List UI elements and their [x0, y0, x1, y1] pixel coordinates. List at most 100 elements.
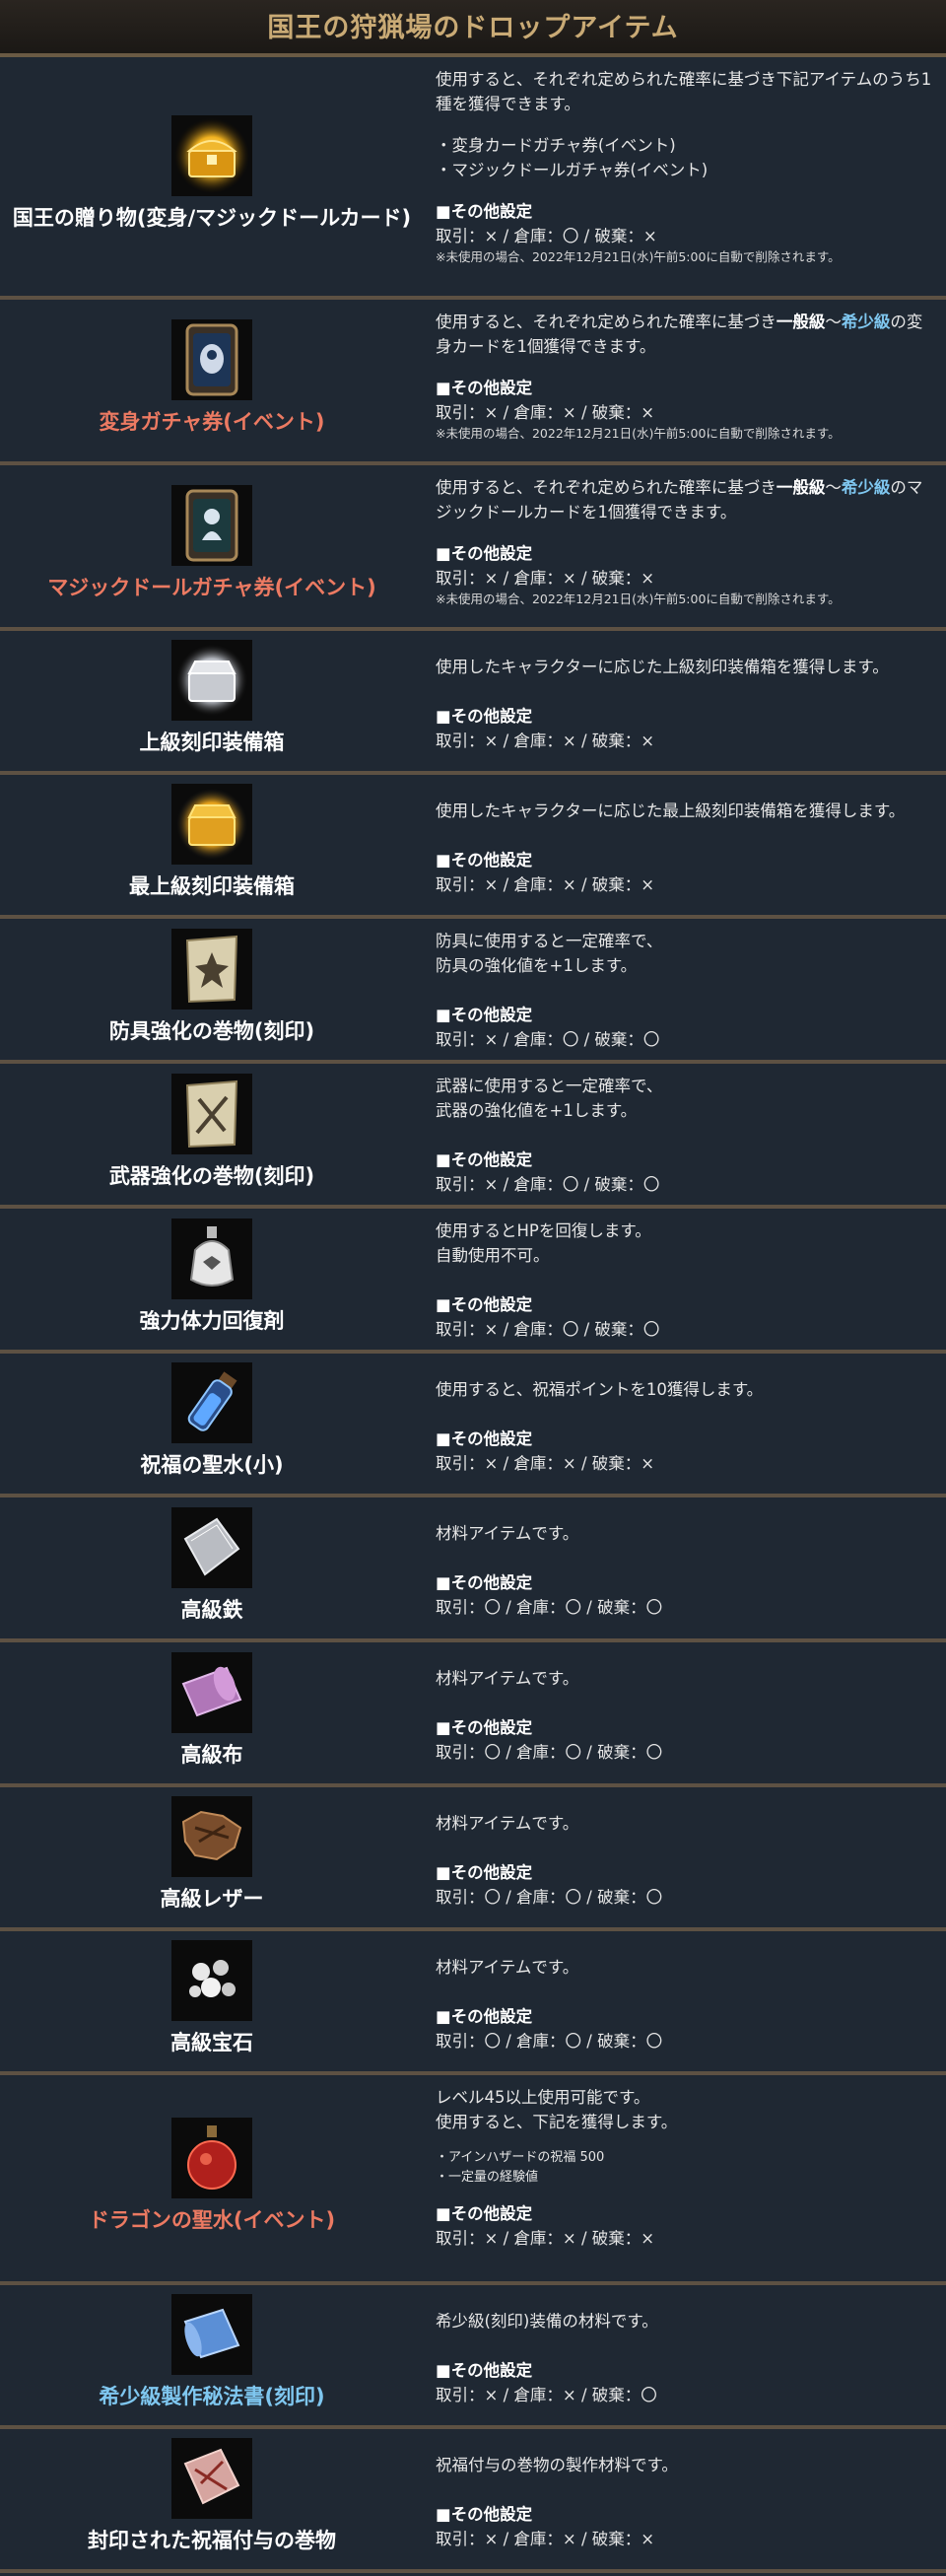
item-name: 強力体力回復剤 — [139, 1308, 285, 1333]
item-name: 高級レザー — [160, 1887, 264, 1911]
blue-scroll-icon — [171, 2294, 252, 2375]
item-left: 上級刻印装備箱 — [0, 631, 424, 771]
grade-rare: 希少級 — [841, 478, 891, 497]
item-row: 強力体力回復剤 使用するとHPを回復します。 自動使用不可。 ■その他設定 取引… — [0, 1209, 946, 1354]
item-left: 武器強化の巻物(刻印) — [0, 1064, 424, 1205]
settings-line: 取引：× / 倉庫：〇 / 破棄：〇 — [436, 1175, 660, 1194]
cloth-roll-icon — [171, 1651, 252, 1733]
settings-line: 取引：× / 倉庫：× / 破棄：× — [436, 1454, 655, 1473]
item-description: 使用すると、それぞれ定められた確率に基づき下記アイテムのうち1種を獲得できます。… — [424, 57, 946, 296]
item-desc: 使用するとHPを回復します。 自動使用不可。 — [436, 1221, 651, 1265]
item-description: 希少級(刻印)装備の材料です。 ■その他設定 取引：× / 倉庫：× / 破棄：… — [424, 2285, 946, 2425]
desc-text: 使用すると、それぞれ定められた確率に基づき — [436, 478, 777, 497]
item-name: マジックドールガチャ券(イベント) — [47, 576, 376, 599]
settings-line: 取引：× / 倉庫：〇 / 破棄：× — [436, 227, 657, 245]
leather-icon — [171, 1796, 252, 1877]
item-row: 最上級刻印装備箱 使用したキャラクターに応じた最上級刻印装備箱を獲得します。 ■… — [0, 775, 946, 919]
settings-line: 取引：× / 倉庫：× / 破棄：× — [436, 2229, 655, 2248]
item-desc: 使用したキャラクターに応じた上級刻印装備箱を獲得します。 — [436, 658, 889, 676]
item-name: 武器強化の巻物(刻印) — [108, 1163, 315, 1188]
page-title: 国王の狩猟場のドロップアイテム — [0, 0, 946, 57]
dragon-potion-icon — [171, 2117, 252, 2198]
item-left: 強力体力回復剤 — [0, 1209, 424, 1350]
item-row: 上級刻印装備箱 使用したキャラクターに応じた上級刻印装備箱を獲得します。 ■その… — [0, 631, 946, 775]
item-row: 防具強化の巻物(刻印) 防具に使用すると一定確率で、 防具の強化値を+1します。… — [0, 919, 946, 1064]
item-desc: レベル45以上使用可能です。 使用すると、下記を獲得します。 — [436, 2088, 678, 2131]
armor-scroll-icon — [171, 928, 252, 1010]
item-row: ドラゴンの聖水(イベント) レベル45以上使用可能です。 使用すると、下記を獲得… — [0, 2075, 946, 2285]
item-row: 国王の贈り物(変身/マジックドールカード) 使用すると、それぞれ定められた確率に… — [0, 57, 946, 300]
item-name: 高級布 — [180, 1742, 243, 1767]
bullet-item: ・マジックドールガチャ券(イベント) — [436, 161, 709, 179]
item-desc: 使用すると、それぞれ定められた確率に基づき一般級～希少級の変身カードを1個獲得で… — [436, 310, 938, 359]
settings-heading: ■その他設定 — [436, 1295, 533, 1314]
item-desc: 武器に使用すると一定確率で、 武器の強化値を+1します。 — [436, 1077, 663, 1120]
item-row: 高級布 材料アイテムです。 ■その他設定 取引：〇 / 倉庫：〇 / 破棄：〇 — [0, 1642, 946, 1787]
item-name: 国王の贈り物(変身/マジックドールカード) — [12, 206, 412, 230]
transform-ticket-icon — [171, 319, 252, 400]
iron-sheet-icon — [171, 1506, 252, 1588]
item-row: 武器強化の巻物(刻印) 武器に使用すると一定確率で、 武器の強化値を+1します。… — [0, 1064, 946, 1209]
item-left: 高級宝石 — [0, 1931, 424, 2071]
item-description: 使用すると、それぞれ定められた確率に基づき一般級～希少級の変身カードを1個獲得で… — [424, 300, 946, 461]
item-description: 使用すると、それぞれ定められた確率に基づき一般級～希少級のマジックドールカードを… — [424, 465, 946, 627]
item-description: 材料アイテムです。 ■その他設定 取引：〇 / 倉庫：〇 / 破棄：〇 — [424, 1787, 946, 1927]
desc-separator: ～ — [825, 313, 842, 331]
silver-chest-icon — [171, 640, 252, 721]
item-row: 高級鉄 材料アイテムです。 ■その他設定 取引：〇 / 倉庫：〇 / 破棄：〇 — [0, 1497, 946, 1642]
item-left: 希少級製作秘法書(刻印) — [0, 2285, 424, 2425]
settings-line: 取引：× / 倉庫：× / 破棄：× — [436, 2530, 655, 2548]
settings-line: 取引：× / 倉庫：× / 破棄：× — [436, 875, 655, 894]
expiry-note: ※未使用の場合、2022年12月21日(水)午前5:00に自動で削除されます。 — [436, 592, 841, 606]
item-description: 材料アイテムです。 ■その他設定 取引：〇 / 倉庫：〇 / 破棄：〇 — [424, 1497, 946, 1638]
item-name: 封印された祝福付与の巻物 — [88, 2529, 336, 2552]
item-description: 材料アイテムです。 ■その他設定 取引：〇 / 倉庫：〇 / 破棄：〇 — [424, 1642, 946, 1783]
item-description: 使用すると、祝福ポイントを10獲得します。 ■その他設定 取引：× / 倉庫：×… — [424, 1354, 946, 1494]
item-left: 防具強化の巻物(刻印) — [0, 919, 424, 1060]
settings-heading: ■その他設定 — [436, 2204, 533, 2223]
item-left: 国王の贈り物(変身/マジックドールカード) — [0, 57, 424, 296]
item-name: 希少級製作秘法書(刻印) — [99, 2385, 325, 2408]
expiry-note: ※未使用の場合、2022年12月21日(水)午前5:00に自動で削除されます。 — [436, 249, 841, 264]
settings-heading: ■その他設定 — [436, 1006, 533, 1024]
desc-text: 使用すると、それぞれ定められた確率に基づき — [436, 313, 777, 331]
item-description: 使用するとHPを回復します。 自動使用不可。 ■その他設定 取引：× / 倉庫：… — [424, 1209, 946, 1350]
item-description: レベル45以上使用可能です。 使用すると、下記を獲得します。 ・アインハザードの… — [424, 2075, 946, 2281]
item-desc: 材料アイテムです。 — [436, 1814, 579, 1833]
settings-heading: ■その他設定 — [436, 2361, 533, 2380]
gems-icon — [171, 1940, 252, 2021]
item-name: 高級鉄 — [180, 1597, 243, 1622]
item-row: 変身ガチャ券(イベント) 使用すると、それぞれ定められた確率に基づき一般級～希少… — [0, 300, 946, 465]
item-desc: 使用したキャラクターに応じた最上級刻印装備箱を獲得します。 — [436, 801, 906, 820]
item-name: 高級宝石 — [170, 2031, 253, 2054]
item-left: マジックドールガチャ券(イベント) — [0, 465, 424, 627]
item-left: 最上級刻印装備箱 — [0, 775, 424, 915]
settings-line: 取引：× / 倉庫：× / 破棄：〇 — [436, 2386, 657, 2404]
settings-heading: ■その他設定 — [436, 851, 533, 870]
item-name: 変身ガチャ券(イベント) — [99, 410, 325, 434]
settings-line: 取引：〇 / 倉庫：〇 / 破棄：〇 — [436, 1888, 663, 1907]
item-name: 防具強化の巻物(刻印) — [108, 1018, 315, 1043]
desc-separator: ～ — [825, 478, 842, 497]
item-desc: 希少級(刻印)装備の材料です。 — [436, 2312, 658, 2331]
item-description: 使用したキャラクターに応じた最上級刻印装備箱を獲得します。 ■その他設定 取引：… — [424, 775, 946, 915]
item-desc: 使用すると、祝福ポイントを10獲得します。 — [436, 1380, 764, 1399]
bullet-list: ・アインハザードの祝福 500 ・一定量の経験値 — [436, 2148, 938, 2188]
weapon-scroll-icon — [171, 1073, 252, 1154]
item-row: 封印された祝福付与の巻物 祝福付与の巻物の製作材料です。 ■その他設定 取引：×… — [0, 2429, 946, 2573]
item-description: 材料アイテムです。 ■その他設定 取引：〇 / 倉庫：〇 / 破棄：〇 — [424, 1931, 946, 2071]
item-desc: 材料アイテムです。 — [436, 1958, 579, 1977]
item-desc: 防具に使用すると一定確率で、 防具の強化値を+1します。 — [436, 932, 663, 975]
item-left: 高級布 — [0, 1642, 424, 1783]
item-description: 使用したキャラクターに応じた上級刻印装備箱を獲得します。 ■その他設定 取引：×… — [424, 631, 946, 771]
item-left: 祝福の聖水(小) — [0, 1354, 424, 1494]
doll-ticket-icon — [171, 485, 252, 566]
settings-heading: ■その他設定 — [436, 1863, 533, 1882]
bullet-item: ・変身カードガチャ券(イベント) — [436, 136, 676, 155]
settings-heading: ■その他設定 — [436, 1150, 533, 1169]
settings-line: 取引：× / 倉庫：〇 / 破棄：〇 — [436, 1030, 660, 1049]
item-name: 最上級刻印装備箱 — [129, 874, 295, 898]
bullet-item: ・アインハザードの祝福 500 — [436, 2150, 605, 2165]
item-left: 高級レザー — [0, 1787, 424, 1927]
settings-heading: ■その他設定 — [436, 1573, 533, 1592]
